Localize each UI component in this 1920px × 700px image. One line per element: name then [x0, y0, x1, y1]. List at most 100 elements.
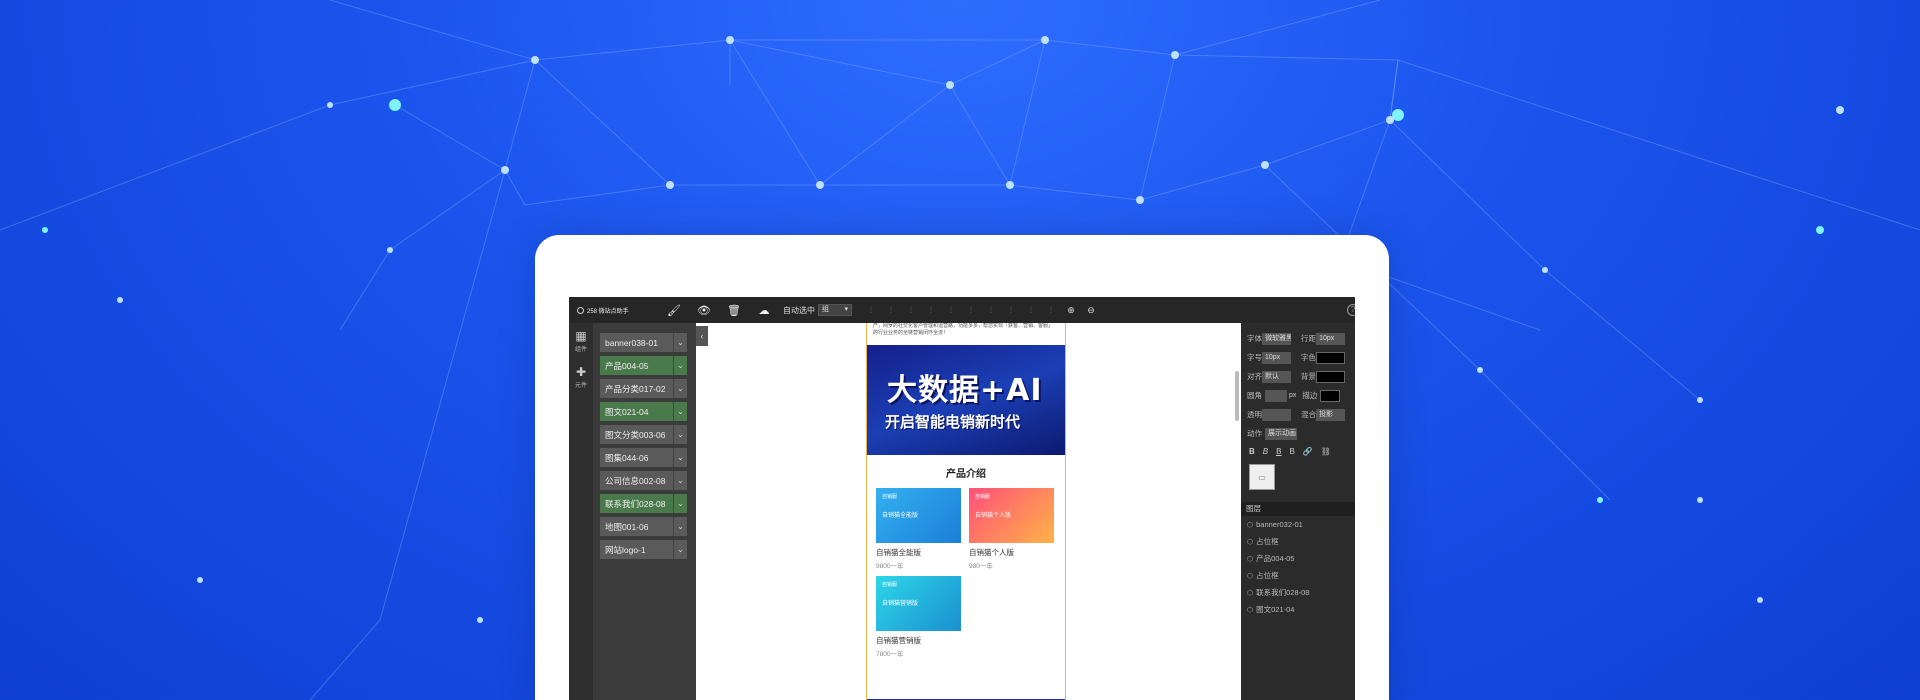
opacity-input[interactable] — [1262, 408, 1291, 421]
component-item[interactable]: 图文021-04 ⌄ — [600, 402, 687, 421]
cube-icon: ⬡ — [1247, 555, 1254, 563]
mobile-preview[interactable]: 产，网罗的社交化客户管理和运营路，功能多多，帮您实现「获客、营销、客服」 的行业… — [866, 323, 1066, 700]
align-middle-icon[interactable]: ⫶ — [946, 305, 956, 316]
product-price: 7800一年 — [876, 651, 904, 658]
property-panel: 字体 微软雅黑 行距 10px 字号 10px 字色 对齐 默认 背景 圆角 p… — [1241, 323, 1355, 700]
chevron-down-icon[interactable]: ⌄ — [673, 402, 687, 421]
chevron-down-icon[interactable]: ⌄ — [673, 379, 687, 398]
font-select[interactable]: 微软雅黑 — [1262, 332, 1291, 345]
component-item[interactable]: 地图001-06 ⌄ — [600, 517, 687, 536]
unlink-icon[interactable]: ⛓ — [1321, 447, 1331, 456]
help-icon[interactable]: ? — [1347, 304, 1355, 316]
prop-label: 行距 — [1301, 334, 1316, 343]
product-card[interactable]: 自销服 自销猫全能版 自销猫全能版 9800一年 — [876, 488, 961, 570]
zoom-out-icon[interactable]: ⊖ — [1086, 305, 1096, 316]
component-label: 图文021-04 — [605, 406, 649, 417]
chevron-down-icon[interactable]: ⌄ — [673, 517, 687, 536]
icon-rail: ▦ 组件 ✚ 元件 — [569, 323, 593, 700]
chevron-down-icon[interactable]: ⌄ — [673, 471, 687, 490]
line-height-input[interactable]: 10px — [1316, 332, 1345, 345]
stroke-color-picker[interactable] — [1320, 389, 1341, 402]
layer-item[interactable]: ⬡ 占位框 — [1241, 533, 1355, 550]
logo-text: 258 微站点助手 — [587, 308, 629, 315]
component-item[interactable]: 图文分类003-06 ⌄ — [600, 425, 687, 444]
product-image: 自销服 自销猫营销版 — [876, 576, 961, 631]
component-item[interactable]: 联系我们028-08 ⌄ — [600, 494, 687, 513]
font-size-input[interactable]: 10px — [1262, 351, 1291, 364]
component-item[interactable]: 网站logo-1 ⌄ — [600, 540, 687, 559]
component-item[interactable]: 产品004-05 ⌄ — [600, 356, 687, 375]
section-title: 产品介绍 — [946, 469, 986, 480]
auto-select-dropdown[interactable]: 组 — [818, 304, 852, 316]
chevron-down-icon[interactable]: ⌄ — [673, 333, 687, 352]
product-image: 自销服 自销猫全能版 — [876, 488, 961, 543]
hero-banner[interactable]: 大数据+AI 开启智能电销新时代 — [867, 345, 1065, 455]
layer-down-icon[interactable]: ⫶ — [1046, 305, 1056, 316]
brush-icon[interactable]: 🖌 — [663, 297, 685, 323]
component-label: 产品分类017-02 — [605, 383, 666, 394]
strike-icon[interactable]: B — [1289, 447, 1294, 456]
bold-icon[interactable]: B — [1249, 447, 1255, 456]
layer-item[interactable]: ⬡ 占位框 — [1241, 567, 1355, 584]
layers-header: 图层 — [1241, 502, 1355, 516]
align-select[interactable]: 默认 — [1262, 370, 1291, 383]
chevron-down-icon[interactable]: ⌄ — [673, 494, 687, 513]
auto-select-label: 自动选中 — [783, 305, 815, 315]
product-card[interactable]: 自销服 自销猫个人版 自销猫个人版 980一年 — [969, 488, 1054, 570]
align-left-icon[interactable]: ⫶ — [866, 305, 876, 316]
prop-label: 透明 — [1247, 410, 1262, 419]
canvas-scrollbar[interactable] — [1235, 371, 1239, 421]
eye-icon[interactable]: 👁 — [693, 297, 715, 323]
action-select[interactable]: 展示动画 — [1265, 427, 1297, 440]
rail-item-components[interactable]: ▦ 组件 — [569, 323, 593, 359]
layer-item[interactable]: ⬡ 联系我们028-08 — [1241, 584, 1355, 601]
chevron-down-icon[interactable]: ⌄ — [673, 356, 687, 375]
italic-icon[interactable]: B — [1263, 447, 1268, 456]
cube-icon: ⬡ — [1247, 606, 1254, 614]
chevron-down-icon[interactable]: ⌄ — [673, 540, 687, 559]
prop-label: 字体 — [1247, 334, 1262, 343]
intro-line: 产，网罗的社交化客户管理和运营路，功能多多，帮您实现「获客、营销、客服」 — [873, 323, 1054, 329]
image-placeholder-icon[interactable]: ▭ — [1249, 464, 1275, 490]
align-right-icon[interactable]: ⫶ — [906, 305, 916, 316]
trash-icon[interactable]: 🗑 — [723, 297, 745, 323]
align-top-icon[interactable]: ⫶ — [926, 305, 936, 316]
hero-subtitle: 开启智能电销新时代 — [885, 413, 1021, 431]
prop-row: 动作 展示动画 — [1241, 424, 1355, 443]
component-item[interactable]: 图集044-06 ⌄ — [600, 448, 687, 467]
font-color-picker[interactable] — [1315, 351, 1345, 364]
component-label: 网站logo-1 — [605, 544, 646, 555]
layer-label: 图文021-04 — [1256, 605, 1295, 614]
layer-item[interactable]: ⬡ banner032-01 — [1241, 516, 1355, 533]
cube-icon: ⬡ — [1247, 589, 1254, 597]
component-item[interactable]: 产品分类017-02 ⌄ — [600, 379, 687, 398]
link-icon[interactable]: 🔗 — [1303, 447, 1313, 456]
blend-select[interactable]: 投影 — [1316, 408, 1345, 421]
align-bottom-icon[interactable]: ⫶ — [966, 305, 976, 316]
distribute-v-icon[interactable]: ⫶ — [1006, 305, 1016, 316]
cloud-save-icon[interactable]: ☁ — [753, 297, 775, 323]
underline-icon[interactable]: B — [1276, 447, 1281, 456]
layer-item[interactable]: ⬡ 产品004-05 — [1241, 550, 1355, 567]
component-item[interactable]: 公司信息002-08 ⌄ — [600, 471, 687, 490]
prop-label: 描边 — [1302, 391, 1318, 400]
background-color-picker[interactable] — [1315, 370, 1345, 383]
editor-canvas[interactable]: 产，网罗的社交化客户管理和运营路，功能多多，帮您实现「获客、营销、客服」 的行业… — [696, 323, 1241, 700]
component-item[interactable]: banner038-01 ⌄ — [600, 333, 687, 352]
zoom-in-icon[interactable]: ⊕ — [1066, 305, 1076, 316]
chevron-down-icon[interactable]: ⌄ — [673, 425, 687, 444]
rail-item-label: 元件 — [574, 382, 587, 389]
product-card[interactable]: 自销服 自销猫营销版 自销猫营销版 7800一年 — [876, 576, 961, 658]
chevron-down-icon[interactable]: ⌄ — [673, 448, 687, 467]
product-name: 自销猫个人版 — [969, 548, 1014, 557]
prop-label: 动作 — [1247, 429, 1262, 438]
align-center-h-icon[interactable]: ⫶ — [886, 305, 896, 316]
rail-item-elements[interactable]: ✚ 元件 — [569, 359, 593, 395]
radius-input[interactable] — [1265, 389, 1287, 402]
prop-row: 字号 10px 字色 — [1241, 348, 1355, 367]
layer-item[interactable]: ⬡ 图文021-04 — [1241, 601, 1355, 618]
product-image: 自销服 自销猫个人版 — [969, 488, 1054, 543]
collapse-panel-button[interactable]: ‹ — [696, 326, 708, 346]
layer-up-icon[interactable]: ⫶ — [1026, 305, 1036, 316]
distribute-h-icon[interactable]: ⫶ — [986, 305, 996, 316]
